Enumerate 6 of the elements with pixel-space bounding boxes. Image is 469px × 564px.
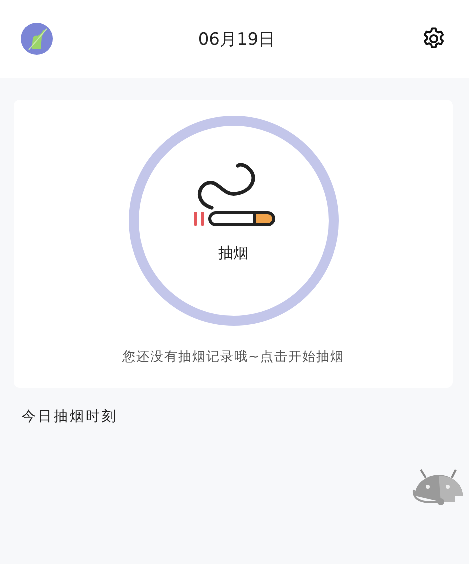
section-title: 今日抽烟时刻 xyxy=(22,408,119,426)
robot-icon[interactable] xyxy=(411,468,465,508)
smoke-button[interactable]: 抽烟 xyxy=(128,116,338,326)
avatar-icon[interactable] xyxy=(21,23,53,55)
date-title: 06月19日 xyxy=(198,28,276,50)
empty-message: 您还没有抽烟记录哦~点击开始抽烟 xyxy=(122,349,344,366)
